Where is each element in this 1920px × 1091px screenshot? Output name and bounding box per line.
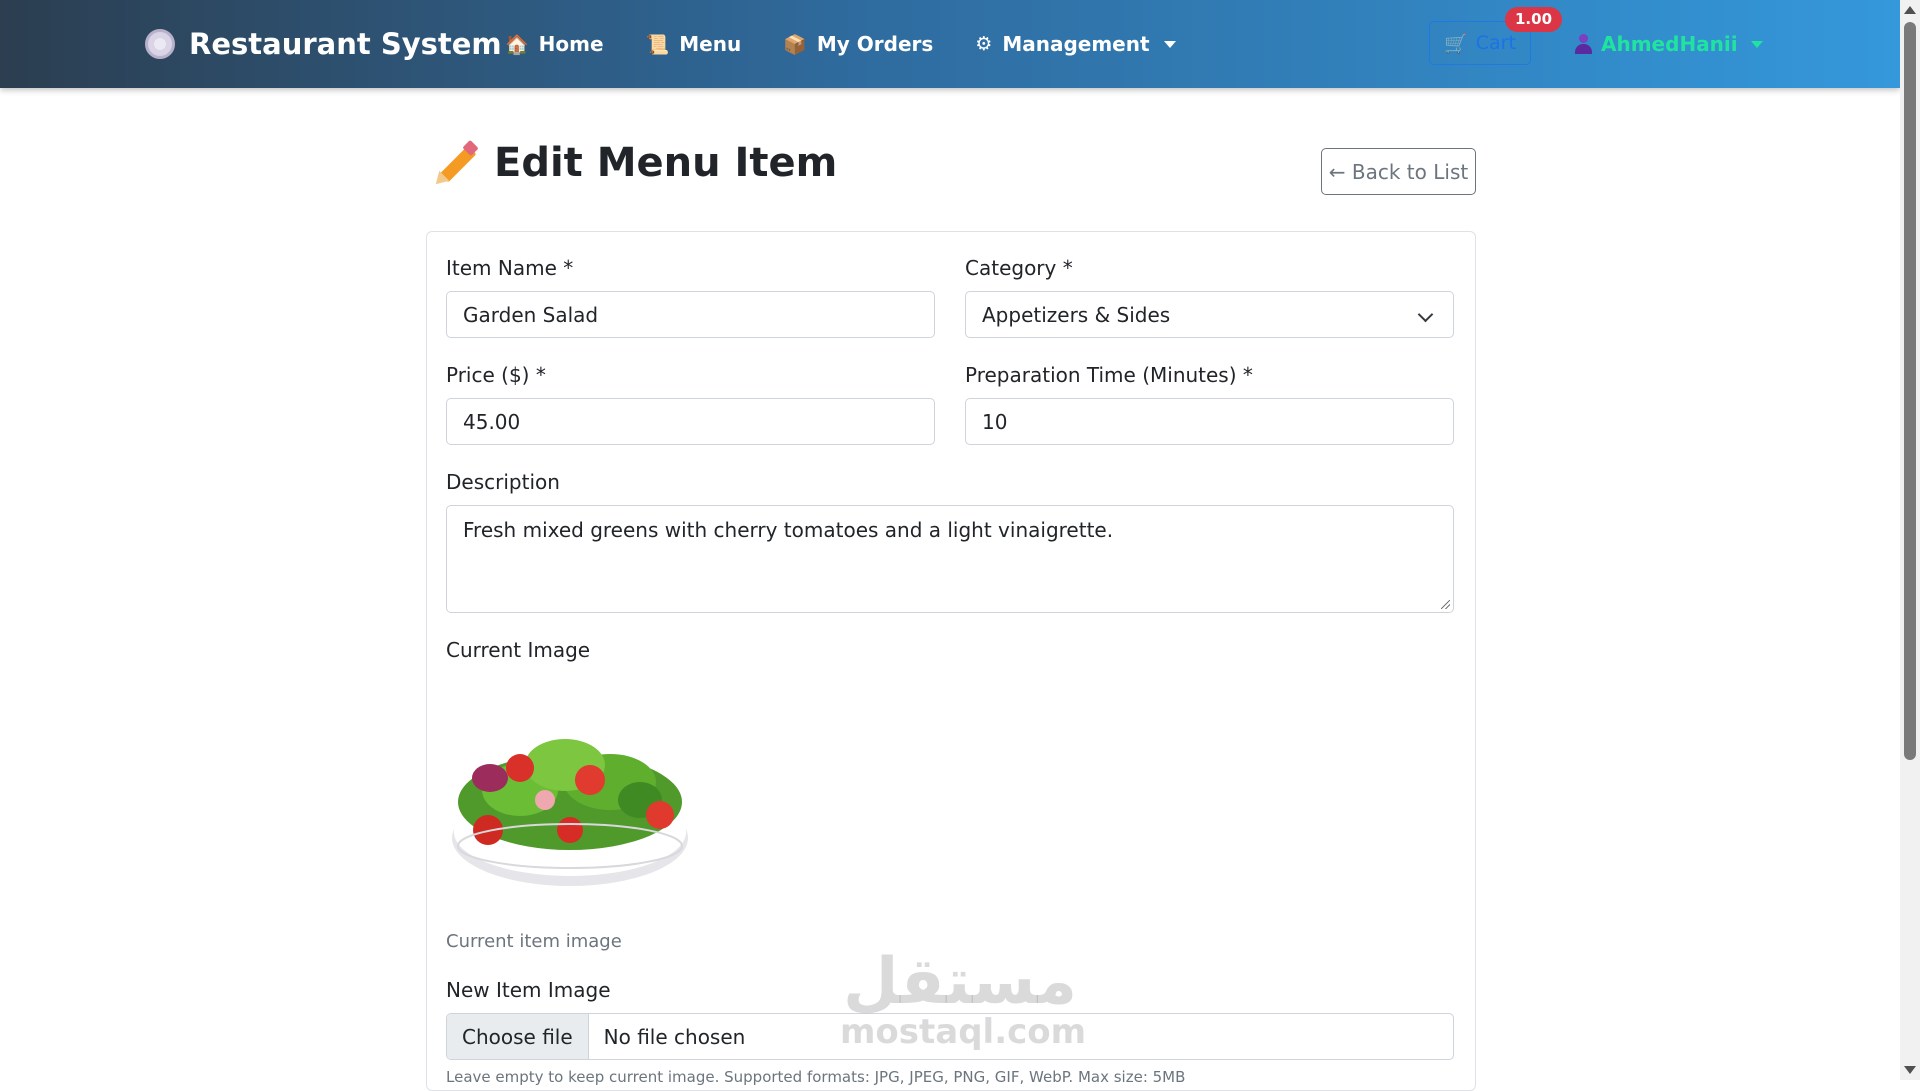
back-to-list-button[interactable]: ← Back to List: [1321, 148, 1476, 195]
page-title: Edit Menu Item: [494, 140, 838, 186]
resize-handle-icon[interactable]: [1441, 600, 1450, 609]
nav-management-label: Management: [1002, 32, 1150, 56]
nav-my-orders-label: My Orders: [816, 32, 934, 56]
chevron-down-icon: [1417, 306, 1434, 323]
nav-management-dropdown[interactable]: ⚙ Management: [975, 32, 1176, 56]
nav-menu[interactable]: 📜 Menu: [646, 32, 742, 56]
prep-time-input[interactable]: 10: [965, 398, 1454, 445]
nav-my-orders[interactable]: 📦 My Orders: [783, 32, 933, 56]
nav-home[interactable]: 🏠 Home: [505, 32, 604, 56]
new-image-label: New Item Image: [446, 978, 611, 1002]
file-status-text: No file chosen: [603, 1024, 746, 1049]
prep-time-label: Preparation Time (Minutes) *: [965, 363, 1253, 387]
item-name-input[interactable]: Garden Salad: [446, 291, 935, 338]
scroll-icon: 📜: [645, 33, 670, 56]
page-header: Edit Menu Item: [430, 139, 838, 190]
category-select[interactable]: Appetizers & Sides: [965, 291, 1454, 338]
user-dropdown[interactable]: AhmedHanii: [1574, 0, 1763, 88]
scroll-down-arrow-icon[interactable]: [1904, 1066, 1916, 1074]
package-icon: 📦: [783, 33, 807, 56]
choose-file-button[interactable]: Choose file: [447, 1014, 589, 1059]
user-icon: [1574, 34, 1592, 54]
brand-title: Restaurant System: [189, 27, 502, 61]
cart-icon: 🛒: [1444, 32, 1468, 55]
nav-links: 🏠 Home 📜 Menu 📦 My Orders ⚙ Management: [505, 0, 1176, 88]
chevron-down-icon: [1750, 40, 1763, 48]
cart-label: Cart: [1475, 32, 1516, 54]
gear-icon: ⚙: [975, 33, 993, 55]
plate-icon: [145, 29, 175, 59]
category-label: Category *: [965, 256, 1073, 280]
item-name-label: Item Name *: [446, 256, 574, 280]
nav-menu-label: Menu: [679, 32, 742, 56]
scrollbar-thumb[interactable]: [1904, 22, 1916, 760]
price-input[interactable]: 45.00: [446, 398, 935, 445]
username: AhmedHanii: [1601, 32, 1738, 56]
new-image-file-input[interactable]: Choose file No file chosen: [446, 1013, 1454, 1060]
current-image-caption: Current item image: [446, 931, 622, 952]
price-label: Price ($) *: [446, 363, 546, 387]
pencil-icon: [430, 139, 479, 190]
scroll-up-arrow-icon[interactable]: [1904, 6, 1916, 14]
cart-badge: 1.00: [1505, 7, 1563, 32]
description-label: Description: [446, 470, 560, 494]
chevron-down-icon: [1163, 40, 1176, 48]
current-image-label: Current Image: [446, 638, 591, 662]
scrollbar[interactable]: [1900, 0, 1920, 1080]
description-textarea[interactable]: Fresh mixed greens with cherry tomatoes …: [446, 505, 1454, 613]
nav-home-label: Home: [538, 32, 604, 56]
current-item-image: [452, 739, 688, 886]
house-icon: 🏠: [505, 33, 529, 56]
top-navbar: Restaurant System 🏠 Home 📜 Menu 📦 My Ord…: [0, 0, 1900, 88]
category-selected-value: Appetizers & Sides: [982, 302, 1171, 327]
description-text: Fresh mixed greens with cherry tomatoes …: [463, 518, 1114, 542]
brand[interactable]: Restaurant System: [145, 0, 502, 88]
new-image-hint: Leave empty to keep current image. Suppo…: [446, 1068, 1186, 1086]
